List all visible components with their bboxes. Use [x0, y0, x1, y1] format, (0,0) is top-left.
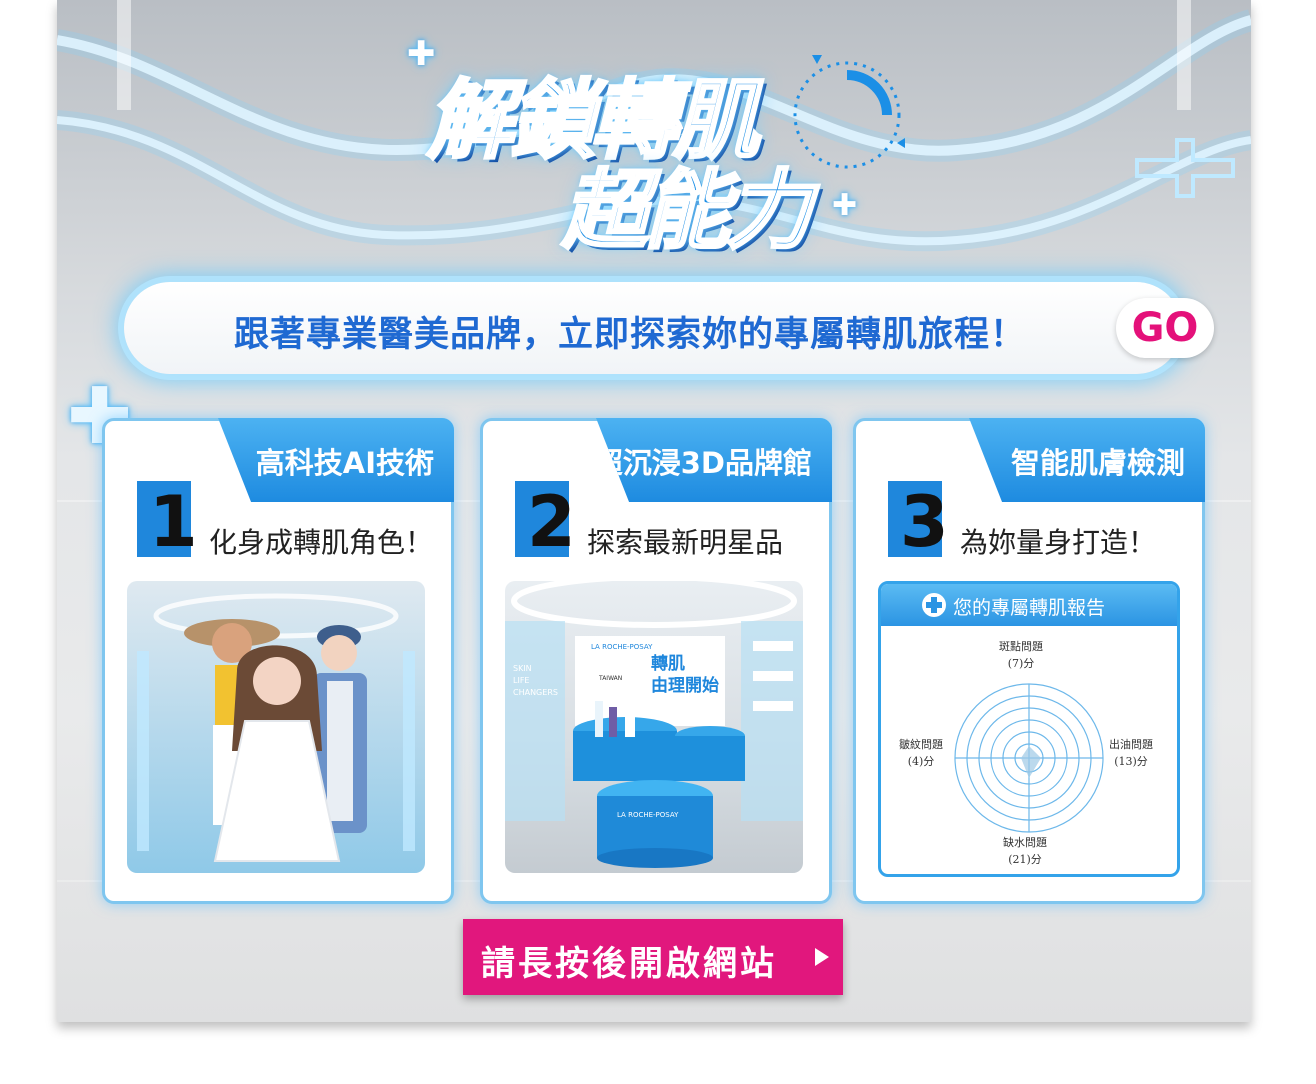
feature-card-skin-test: 智能肌膚檢測 3 為妳量身打造！ 您的專屬轉肌報告 斑點問題 (7)分 皺紋問題… — [853, 418, 1205, 904]
medical-plus-icon — [922, 593, 946, 617]
radar-top-score: (7)分 — [1007, 657, 1035, 670]
plus-sparkle-icon: ✚ — [832, 188, 858, 223]
banner-text: 跟著專業醫美品牌，立即探索妳的專屬轉肌旅程！ — [234, 315, 1027, 355]
card-tab-label: 智能肌膚檢測 — [1010, 446, 1185, 480]
go-button[interactable]: GO — [1116, 298, 1214, 358]
radar-label-right: 出油問題 (13)分 — [1109, 736, 1153, 770]
radar-bottom-score: (21)分 — [1008, 853, 1042, 866]
card-tab-label: 高科技AI技術 — [255, 446, 434, 480]
radar-label-bottom: 缺水問題 (21)分 — [1003, 834, 1047, 868]
radar-top-label: 斑點問題 — [999, 640, 1043, 653]
feature-card-ai: 高科技AI技術 1 化身成轉肌角色！ — [102, 418, 454, 904]
radar-left-label: 皺紋問題 — [899, 738, 943, 751]
scene-text-line-1: 轉肌 — [651, 654, 685, 674]
promo-stage: ✚ ✚ 解鎖轉肌 超能力 ✚ 跟著專業醫美品牌，立即探索妳的專屬轉肌旅程！ GO… — [57, 0, 1251, 1022]
card-tab: 超沉浸3D品牌館 — [596, 418, 832, 502]
side-text-3: CHANGERS — [513, 688, 558, 697]
step-number-label: 3 — [900, 481, 949, 563]
skin-report-panel: 您的專屬轉肌報告 斑點問題 (7)分 皺紋問題 (4)分 出油問題 (13)分 … — [878, 581, 1180, 877]
radar-right-score: (13)分 — [1114, 755, 1148, 768]
step-number-label: 1 — [149, 481, 198, 563]
radar-label-left: 皺紋問題 (4)分 — [899, 736, 943, 770]
side-text-1: SKIN — [513, 664, 532, 673]
radar-right-label: 出油問題 — [1109, 738, 1153, 751]
card-tab: 高科技AI技術 — [218, 418, 454, 502]
card-subtitle: 化身成轉肌角色！ — [209, 526, 434, 559]
radar-left-score: (4)分 — [907, 755, 935, 768]
open-website-button[interactable]: 請長按後開啟網站 — [463, 919, 843, 995]
radar-label-top: 斑點問題 (7)分 — [999, 638, 1043, 672]
brand-hall-image: 轉肌 由理開始 LA ROCHE-POSAY TAIWAN SKIN LIFE … — [505, 581, 803, 873]
report-title: 您的專屬轉肌報告 — [953, 597, 1106, 619]
play-arrow-icon — [815, 948, 829, 966]
brand-logo-text: LA ROCHE-POSAY — [591, 643, 653, 651]
brand-hall-scene — [505, 581, 803, 868]
brand-taiwan-text: TAIWAN — [599, 675, 623, 682]
cta-label: 請長按後開啟網站 — [481, 944, 777, 984]
report-header: 您的專屬轉肌報告 — [881, 584, 1177, 626]
scene-text-line-2: 由理開始 — [651, 676, 719, 696]
podium-brand-text: LA ROCHE-POSAY — [617, 811, 679, 819]
scan-ring-icon — [793, 55, 905, 169]
intro-banner: 跟著專業醫美品牌，立即探索妳的專屬轉肌旅程！ GO — [124, 282, 1214, 374]
side-text-2: LIFE — [513, 676, 530, 685]
hero-title: ✚ 解鎖轉肌 超能力 ✚ — [57, 0, 1251, 263]
step-number: 2 — [515, 481, 576, 563]
card-tab-label: 超沉浸3D品牌館 — [593, 446, 812, 480]
card-subtitle: 為妳量身打造！ — [960, 526, 1157, 559]
radar-chart — [954, 683, 1104, 833]
radar-bottom-label: 缺水問題 — [1003, 836, 1047, 849]
card-tab: 智能肌膚檢測 — [969, 418, 1205, 502]
avatar-characters-image — [127, 581, 425, 873]
step-number: 1 — [137, 481, 198, 563]
card-subtitle: 探索最新明星品 — [587, 526, 784, 559]
step-number: 3 — [888, 481, 949, 563]
title-line-2: 超能力 — [561, 160, 814, 263]
feature-card-3d: 超沉浸3D品牌館 2 探索最新明星品 轉肌 由理開始 LA ROCHE-POSA… — [480, 418, 832, 904]
step-number-label: 2 — [527, 481, 576, 563]
